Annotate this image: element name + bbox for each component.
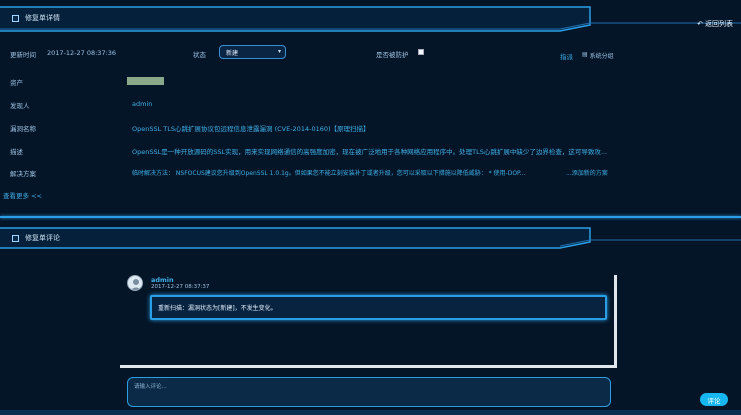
whitelisted-checkbox[interactable] xyxy=(418,49,424,55)
finder-value: admin xyxy=(132,100,153,108)
back-link-label: 返回列表 xyxy=(705,20,733,28)
submit-comment-button[interactable]: 评论 xyxy=(700,393,728,406)
asset-value-redacted[interactable] xyxy=(127,77,164,85)
header-frame-2 xyxy=(0,227,741,249)
bottom-bar xyxy=(0,410,741,415)
detail-panel-title: 修复单详情 xyxy=(12,13,60,23)
comment-panel-header: 修复单评论 xyxy=(0,226,741,250)
whitelisted-label: 是否被防护 xyxy=(376,51,409,59)
back-arrow-icon: ↶ xyxy=(697,20,703,28)
update-time-value: 2017-12-27 08:37:36 xyxy=(47,49,117,57)
section-divider xyxy=(0,216,741,218)
square-icon xyxy=(12,234,19,242)
comment-panel-title: 修复单评论 xyxy=(12,233,60,243)
detail-panel-header: 修复单详情 ↶ 返回列表 xyxy=(0,5,741,32)
assign-link[interactable]: 指派 xyxy=(560,51,573,61)
vuln-name-value: OpenSSL TLS心跳扩展协议包远程信息泄露漏洞 (CVE-2014-016… xyxy=(132,125,370,133)
square-icon xyxy=(12,14,19,22)
comment-input-placeholder: 请输入评论... xyxy=(134,384,167,390)
chevron-down-icon: ▾ xyxy=(277,48,281,55)
finder-label: 发现人 xyxy=(10,102,30,110)
header-frame-1 xyxy=(0,6,741,32)
show-more-link[interactable]: 查看更多 << xyxy=(3,190,42,200)
back-to-list-link[interactable]: ↶ 返回列表 xyxy=(697,19,733,29)
comment-text: 重新扫描：漏洞状态为[新建]，不发生变化。 xyxy=(158,305,277,312)
comment-input[interactable]: 请输入评论... xyxy=(127,377,611,407)
status-label: 状态 xyxy=(193,51,206,59)
list-icon: ▤ xyxy=(582,51,588,58)
solution-label: 解决方案 xyxy=(10,170,36,178)
desc-label: 描述 xyxy=(10,148,23,156)
system-group-link[interactable]: ▤ 系统分组 xyxy=(582,51,614,60)
system-group-label: 系统分组 xyxy=(589,53,614,60)
status-select[interactable]: 新建 ▾ xyxy=(219,45,286,59)
status-select-value: 新建 xyxy=(226,49,239,57)
update-time-label: 更新时间 xyxy=(10,51,36,59)
asset-label: 资产 xyxy=(10,79,23,87)
comment-frame-right xyxy=(614,275,617,367)
add-solution-link[interactable]: ...添加新的方案 xyxy=(566,168,608,177)
comment-time: 2017-12-27 08:37:37 xyxy=(151,284,210,290)
vuln-name-label: 漏洞名称 xyxy=(10,125,36,133)
comment-frame-bottom xyxy=(120,365,617,368)
desc-value: OpenSSL是一种开放源码的SSL实现，用来实现网络通信的高强度加密，现在被广… xyxy=(132,148,608,156)
comment-user[interactable]: admin xyxy=(151,276,174,284)
solution-value: 临时解决方法： NSFOCUS建议您升级到OpenSSL 1.0.1g。但如果您… xyxy=(132,170,526,177)
online-status-dot xyxy=(139,287,142,290)
detail-title-text: 修复单详情 xyxy=(25,14,60,22)
comment-title-text: 修复单评论 xyxy=(25,234,60,242)
avatar xyxy=(127,275,143,291)
comment-bubble: 重新扫描：漏洞状态为[新建]，不发生变化。 xyxy=(150,295,607,320)
